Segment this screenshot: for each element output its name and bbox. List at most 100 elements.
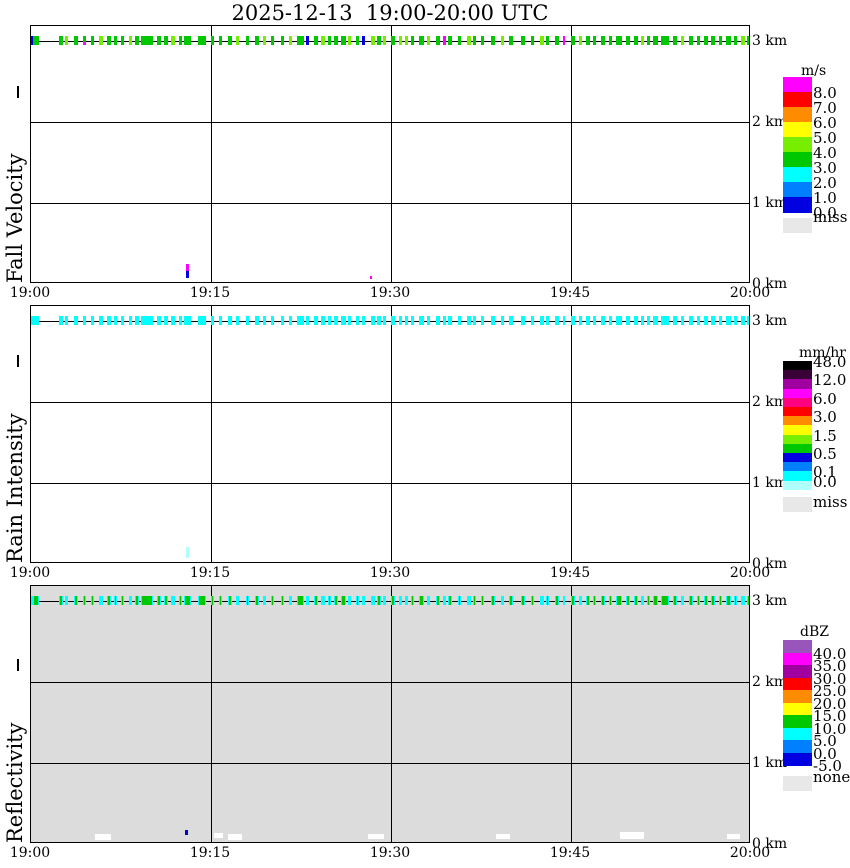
echo-segment xyxy=(114,36,117,45)
echo-segment xyxy=(474,596,475,605)
gridline-vertical xyxy=(571,306,572,562)
echo-segment xyxy=(211,316,214,325)
echo-segment xyxy=(690,596,692,605)
echo-segment xyxy=(229,596,231,605)
echo-segment xyxy=(362,316,365,325)
echo-segment xyxy=(348,596,351,605)
echo-segment xyxy=(698,596,699,605)
echo-segment xyxy=(546,36,549,45)
echo-segment xyxy=(281,36,284,45)
echo-segment xyxy=(157,316,161,325)
time-tick-label: 19:45 xyxy=(549,565,591,581)
colorbar-band xyxy=(783,740,812,753)
colorbar-band xyxy=(783,77,812,93)
echo-segment xyxy=(674,596,676,605)
echo-segment xyxy=(65,596,68,605)
echo-segment xyxy=(399,596,402,605)
echo-segment xyxy=(734,316,737,325)
echo-segment xyxy=(33,36,39,45)
echo-segment xyxy=(735,596,736,605)
colorbar-miss-label: miss xyxy=(813,208,848,226)
echo-segment xyxy=(458,316,461,325)
echo-segment xyxy=(681,36,684,45)
colorbar-band xyxy=(783,197,812,213)
echo-segment xyxy=(571,316,575,325)
echo-segment xyxy=(697,316,700,325)
echo-segment xyxy=(129,316,132,325)
echo-segment xyxy=(392,596,394,605)
echo-segment xyxy=(135,36,139,45)
echo-segment xyxy=(647,316,650,325)
echo-segment xyxy=(184,316,191,325)
echo-segment xyxy=(653,316,658,325)
echo-segment xyxy=(748,596,749,605)
echo-segment xyxy=(198,316,206,325)
echo-segment xyxy=(271,36,274,45)
echo-segment xyxy=(399,36,402,45)
echo-segment xyxy=(121,316,124,325)
echo-segment xyxy=(641,596,644,605)
colorbar-band xyxy=(783,122,812,138)
colorbar-miss-label: miss xyxy=(813,493,848,511)
echo-segment xyxy=(510,596,512,605)
echo-segment xyxy=(617,596,621,605)
echo-segment xyxy=(91,36,94,45)
colorbar-band xyxy=(783,107,812,123)
echo-segment xyxy=(377,36,381,45)
echo-mark xyxy=(228,834,242,840)
echo-segment xyxy=(247,596,248,605)
echo-segment xyxy=(391,36,395,45)
altitude-label: 1 km xyxy=(752,475,788,491)
echo-segment xyxy=(501,316,504,325)
echo-segment xyxy=(556,596,558,605)
echo-segment xyxy=(306,36,309,45)
colorbar-band xyxy=(783,652,812,666)
echo-mark xyxy=(727,834,740,839)
altitude-label: 2 km xyxy=(752,114,788,130)
colorbar-tick-label: 0.5 xyxy=(813,445,837,463)
echo-segment xyxy=(689,36,693,45)
time-tick-label: 19:30 xyxy=(369,565,411,581)
echo-segment xyxy=(236,596,239,605)
echo-segment xyxy=(171,36,175,45)
gridline-horizontal xyxy=(31,483,749,484)
echo-segment xyxy=(371,596,375,605)
echo-segment xyxy=(220,596,221,605)
echo-segment xyxy=(405,36,408,45)
echo-segment xyxy=(33,316,39,325)
echo-segment xyxy=(697,36,700,45)
echo-segment xyxy=(448,36,452,45)
echo-segment xyxy=(427,596,430,605)
echo-segment xyxy=(481,316,484,325)
echo-segment xyxy=(255,316,259,325)
echo-segment xyxy=(532,596,533,605)
echo-segment xyxy=(681,316,684,325)
echo-segment xyxy=(473,316,476,325)
echo-segment xyxy=(84,596,85,605)
time-tick-label: 19:00 xyxy=(9,565,51,581)
echo-segment xyxy=(99,316,103,325)
colorbar-band xyxy=(783,752,812,766)
echo-mark xyxy=(368,834,384,839)
altitude-label: 1 km xyxy=(752,755,788,771)
altitude-label: 3 km xyxy=(752,593,788,609)
echo-segment xyxy=(412,596,413,605)
echo-segment xyxy=(164,316,168,325)
echo-segment xyxy=(184,36,191,45)
gridline-vertical xyxy=(391,586,392,842)
echo-segment xyxy=(371,36,375,45)
colorbar-band xyxy=(783,702,812,716)
colorbar-band xyxy=(783,152,812,168)
echo-segment xyxy=(219,36,222,45)
echo-segment xyxy=(334,316,338,325)
echo-segment xyxy=(321,36,325,45)
echo-segment xyxy=(263,596,266,605)
echo-segment xyxy=(74,316,78,325)
echo-segment xyxy=(673,36,677,45)
echo-segment xyxy=(142,596,152,605)
time-tick-label: 19:00 xyxy=(9,285,51,301)
echo-segment xyxy=(563,316,565,325)
echo-segment xyxy=(99,596,103,605)
echo-segment xyxy=(467,316,471,325)
echo-mark xyxy=(186,271,189,278)
